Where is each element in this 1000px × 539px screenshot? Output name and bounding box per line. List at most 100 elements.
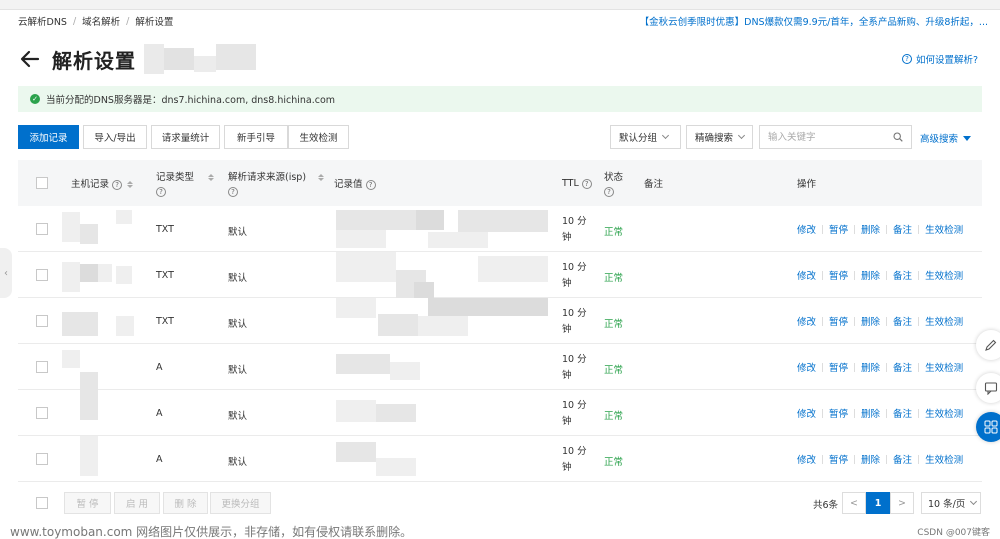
check-link[interactable]: 生效检测	[925, 406, 963, 420]
check-link[interactable]: 生效检测	[925, 360, 963, 374]
remark-link[interactable]: 备注	[893, 406, 912, 420]
edit-link[interactable]: 修改	[797, 268, 816, 282]
batch-pause-button[interactable]: 暂 停	[64, 492, 111, 514]
delete-link[interactable]: 删除	[861, 406, 880, 420]
search-icon[interactable]	[893, 132, 903, 142]
record-isp: 默认	[228, 319, 248, 330]
record-type: A	[156, 408, 163, 419]
apps-float-button[interactable]	[976, 412, 1000, 442]
effect-check-button[interactable]: 生效检测	[288, 125, 349, 149]
col-remark: 备注	[644, 160, 663, 206]
edit-link[interactable]: 修改	[797, 360, 816, 374]
edit-link[interactable]: 修改	[797, 314, 816, 328]
next-page-button[interactable]: >	[890, 492, 914, 514]
remark-link[interactable]: 备注	[893, 268, 912, 282]
group-select[interactable]: 默认分组	[610, 125, 681, 149]
batch-enable-button[interactable]: 启 用	[114, 492, 160, 514]
record-isp: 默认	[228, 457, 248, 468]
check-link[interactable]: 生效检测	[925, 268, 963, 282]
collapse-sidebar-tab[interactable]: ‹	[0, 248, 12, 298]
edit-link[interactable]: 修改	[797, 452, 816, 466]
check-link[interactable]: 生效检测	[925, 222, 963, 236]
select-all-checkbox[interactable]	[36, 177, 48, 189]
col-ops-label: 操作	[797, 179, 817, 190]
table-row: A 默认 10 分钟 正常 修改 暂停 删除 备注 生效检测	[18, 436, 982, 482]
record-ttl: 10 分钟	[562, 308, 587, 335]
col-value-label: 记录值	[334, 179, 363, 190]
import-export-button[interactable]: 导入/导出	[83, 125, 147, 149]
delete-link[interactable]: 删除	[861, 452, 880, 466]
edit-link[interactable]: 修改	[797, 222, 816, 236]
breadcrumb-item-current: 解析设置	[135, 17, 174, 28]
feedback-float-button[interactable]	[976, 330, 1000, 360]
help-icon: ?	[365, 180, 376, 190]
value-redacted	[336, 354, 390, 374]
delete-link[interactable]: 删除	[861, 222, 880, 236]
request-stats-button[interactable]: 请求量统计	[151, 125, 220, 149]
remark-link[interactable]: 备注	[893, 222, 912, 236]
pause-link[interactable]: 暂停	[829, 360, 848, 374]
status-badge: 正常	[604, 457, 624, 468]
check-link[interactable]: 生效检测	[925, 452, 963, 466]
table-row: A 默认 10 分钟 正常 修改 暂停 删除 备注 生效检测	[18, 390, 982, 436]
table-row: A 默认 10 分钟 正常 修改 暂停 删除 备注 生效检测	[18, 344, 982, 390]
host-redacted	[62, 312, 98, 336]
add-record-button[interactable]: 添加记录	[18, 125, 79, 149]
page-size-select[interactable]: 10 条/页	[921, 492, 981, 514]
search-mode-select[interactable]: 精确搜索	[686, 125, 753, 149]
record-ttl: 10 分钟	[562, 262, 587, 289]
edit-link[interactable]: 修改	[797, 406, 816, 420]
delete-link[interactable]: 删除	[861, 314, 880, 328]
advanced-search-toggle[interactable]: 高级搜索	[920, 131, 972, 145]
breadcrumb-item-dns[interactable]: 云解析DNS	[18, 14, 67, 28]
site-watermark: www.toymoban.com 网络图片仅供展示，非存储，如有侵权请联系删除。	[10, 525, 413, 539]
toolbar: 添加记录 导入/导出 请求量统计 新手引导 生效检测 默认分组 精确搜索 高级搜…	[18, 125, 982, 150]
remark-link[interactable]: 备注	[893, 360, 912, 374]
delete-link[interactable]: 删除	[861, 360, 880, 374]
col-ttl: TTL ?	[562, 160, 592, 206]
beginner-guide-button[interactable]: 新手引导	[224, 125, 288, 149]
page-header: 解析设置	[18, 44, 256, 74]
remark-link[interactable]: 备注	[893, 314, 912, 328]
row-checkbox[interactable]	[36, 453, 48, 465]
prev-page-button[interactable]: <	[842, 492, 866, 514]
chat-float-button[interactable]	[976, 373, 1000, 403]
chevron-down-icon	[970, 497, 978, 506]
promo-banner-link[interactable]: 【金秋云创季限时优惠】DNS爆款仅需9.9元/首年，全系产品新购、升级8折起，.…	[640, 14, 988, 28]
row-checkbox[interactable]	[36, 407, 48, 419]
remark-link[interactable]: 备注	[893, 452, 912, 466]
status-badge: 正常	[604, 227, 624, 238]
row-checkbox[interactable]	[36, 269, 48, 281]
pause-link[interactable]: 暂停	[829, 222, 848, 236]
dns-server-text: 当前分配的DNS服务器是：dns7.hichina.com, dns8.hich…	[46, 95, 336, 106]
check-link[interactable]: 生效检测	[925, 314, 963, 328]
record-ttl: 10 分钟	[562, 446, 587, 473]
col-type[interactable]: 记录类型 ?	[156, 160, 215, 206]
batch-delete-button[interactable]: 删 除	[163, 492, 208, 514]
row-checkbox[interactable]	[36, 223, 48, 235]
col-host[interactable]: 主机记录 ?	[71, 160, 134, 206]
row-checkbox[interactable]	[36, 315, 48, 327]
pause-link[interactable]: 暂停	[829, 314, 848, 328]
record-ttl: 10 分钟	[562, 354, 587, 381]
how-to-resolve-link[interactable]: ? 如何设置解析?	[901, 52, 978, 66]
col-isp[interactable]: 解析请求来源(isp) ?	[228, 160, 325, 206]
row-checkbox[interactable]	[36, 361, 48, 373]
row-actions: 修改 暂停 删除 备注 生效检测	[797, 268, 963, 282]
change-group-button[interactable]: 更换分组	[210, 492, 271, 514]
col-host-label: 主机记录	[71, 179, 110, 190]
delete-link[interactable]: 删除	[861, 268, 880, 282]
breadcrumb-item-domain[interactable]: 域名解析	[82, 14, 120, 28]
check-circle-icon: ✓	[30, 94, 40, 104]
back-arrow-icon[interactable]	[18, 47, 42, 71]
pause-link[interactable]: 暂停	[829, 268, 848, 282]
keyword-search-input[interactable]	[760, 126, 878, 148]
row-actions: 修改 暂停 删除 备注 生效检测	[797, 222, 963, 236]
status-badge: 正常	[604, 365, 624, 376]
table-row: TXT 默认 10 分钟 正常 修改 暂停 删除 备注 生效检测	[18, 206, 982, 252]
pause-link[interactable]: 暂停	[829, 452, 848, 466]
pause-link[interactable]: 暂停	[829, 406, 848, 420]
breadcrumb-separator: /	[72, 15, 77, 27]
page-1-button[interactable]: 1	[866, 492, 890, 514]
footer-select-all-checkbox[interactable]	[36, 497, 48, 509]
